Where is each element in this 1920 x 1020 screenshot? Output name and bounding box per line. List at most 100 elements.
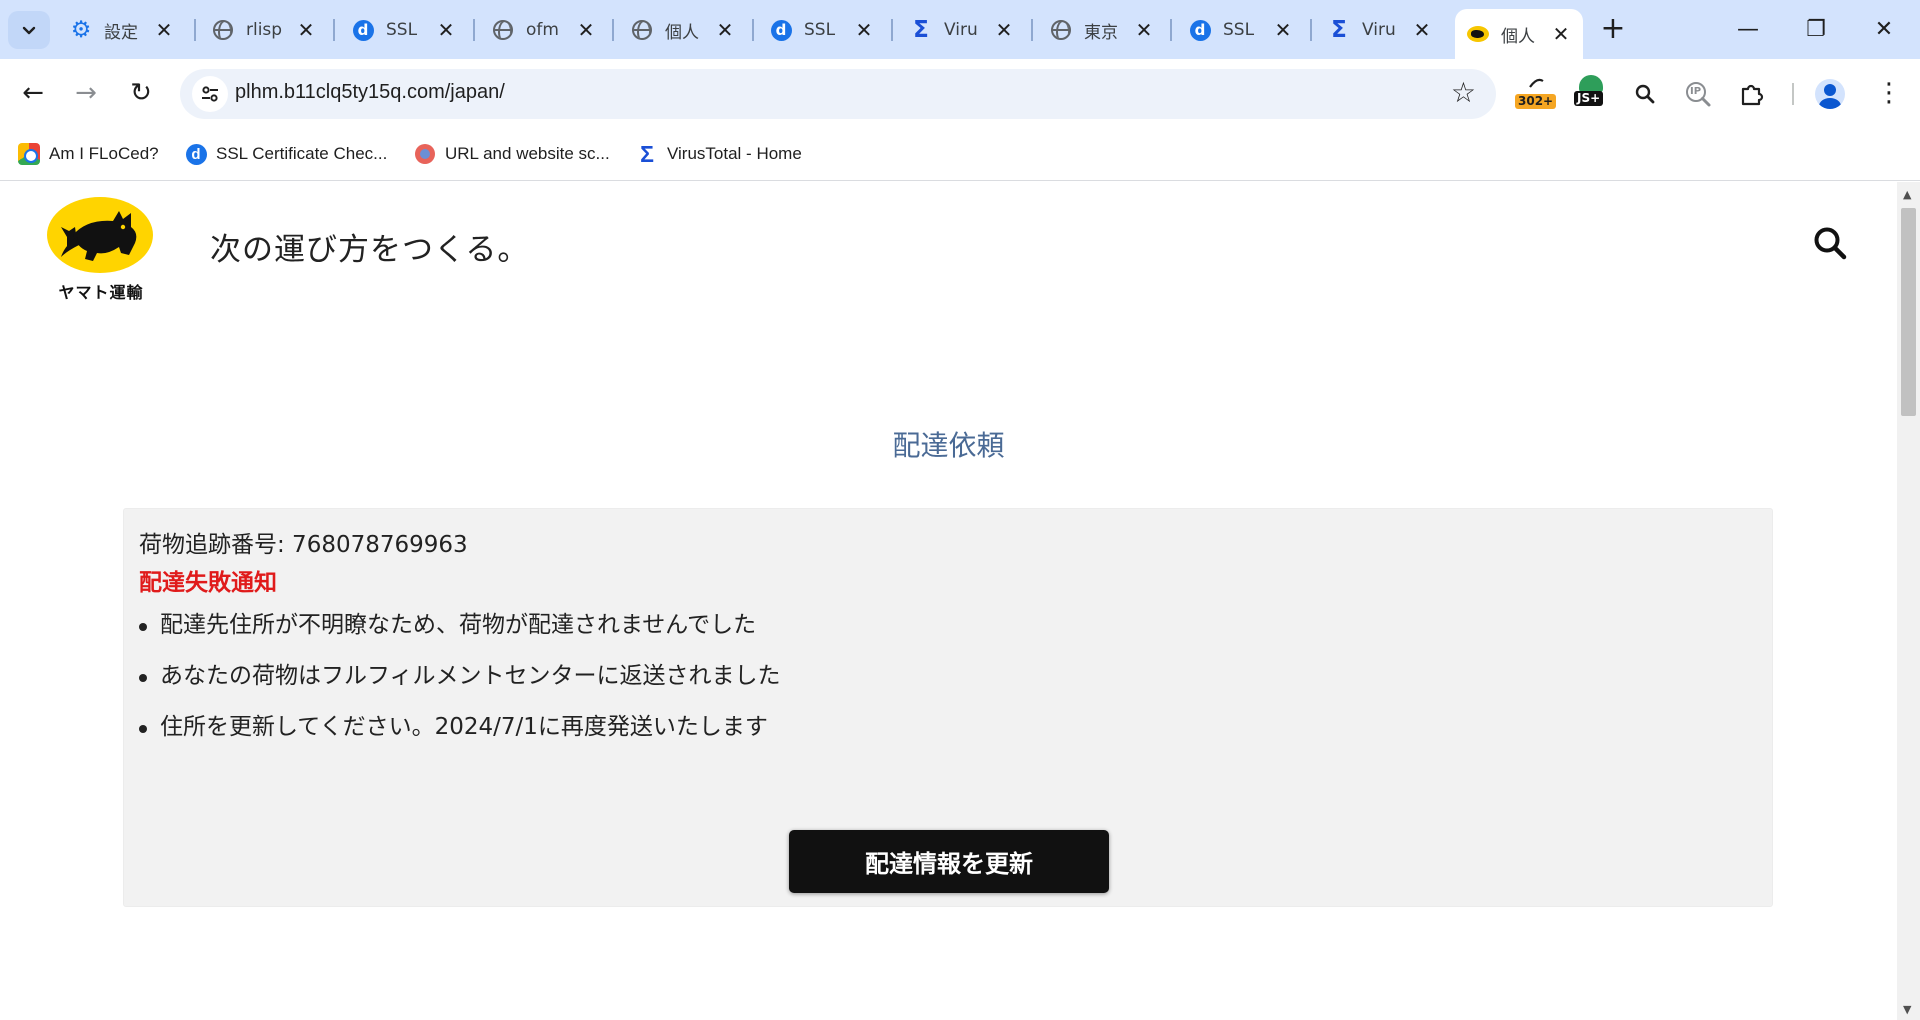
tab-search-button[interactable] xyxy=(8,11,50,49)
tab-close-icon[interactable]: ✕ xyxy=(154,20,174,40)
tab-close-icon[interactable]: ✕ xyxy=(1551,24,1571,44)
tune-icon xyxy=(202,86,218,102)
list-item: あなたの荷物はフルフィルメントセンターに返送されました xyxy=(139,660,781,711)
list-item: 住所を更新してください。2024/7/1に再度発送いたします xyxy=(139,711,781,762)
digicert-icon: d xyxy=(1189,19,1211,41)
ip-label: IP xyxy=(1690,86,1702,97)
digicert-icon: d xyxy=(770,19,792,41)
search-icon xyxy=(1814,227,1847,260)
globe-icon xyxy=(212,19,234,41)
tab-divider xyxy=(752,19,754,41)
puzzle-icon xyxy=(1741,84,1764,106)
browser-tab-active[interactable]: 個人 ✕ xyxy=(1455,9,1583,59)
tab-close-icon[interactable]: ✕ xyxy=(1134,20,1154,40)
back-arrow-icon[interactable]: ← xyxy=(15,75,51,111)
toolbar-divider xyxy=(1792,83,1794,105)
address-bar[interactable]: plhm.b11clq5ty15q.com/japan/ ☆ xyxy=(180,69,1496,119)
browser-tab[interactable]: d SSL ✕ xyxy=(352,11,456,49)
tab-title: rlisp xyxy=(246,20,282,40)
profile-avatar-icon[interactable] xyxy=(1815,79,1845,109)
yamato-cat-icon xyxy=(1467,23,1489,45)
delivery-notice-panel: 荷物追跡番号: 768078769963 配達失敗通知 配達先住所が不明瞭なため… xyxy=(123,508,1773,907)
gear-icon: ⚙ xyxy=(70,17,92,43)
browser-tab[interactable]: d SSL ✕ xyxy=(1189,11,1293,49)
bookmark-item[interactable]: Σ VirusTotal - Home xyxy=(636,140,802,168)
virustotal-icon: Σ xyxy=(640,141,654,167)
scroll-down-arrow-icon[interactable]: ▼ xyxy=(1903,1003,1911,1016)
javascript-extension-icon[interactable]: JS+ xyxy=(1570,75,1610,111)
browser-tab[interactable]: 東京 ✕ xyxy=(1050,11,1154,49)
window-close-icon[interactable]: ✕ xyxy=(1862,14,1906,46)
url-text[interactable]: plhm.b11clq5ty15q.com/japan/ xyxy=(235,81,505,104)
update-delivery-info-button[interactable]: 配達情報を更新 xyxy=(789,830,1109,893)
tab-divider xyxy=(1170,19,1172,41)
bookmark-star-icon[interactable]: ☆ xyxy=(1451,78,1476,108)
search-extension-icon[interactable] xyxy=(1628,77,1662,111)
black-cat-icon xyxy=(61,211,137,261)
site-search-button[interactable] xyxy=(1812,225,1848,261)
tab-strip: ⚙ 設定 ✕ rlisp ✕ d SSL ✕ ofm ✕ 個人 ✕ d SSL … xyxy=(0,0,1920,59)
tab-close-icon[interactable]: ✕ xyxy=(1412,20,1432,40)
redirect-extension-icon[interactable]: 302+ xyxy=(1514,77,1557,111)
redirect-arrow-icon xyxy=(1529,78,1544,88)
tab-divider xyxy=(473,19,475,41)
tab-title: 設定 xyxy=(104,22,138,43)
tab-close-icon[interactable]: ✕ xyxy=(436,20,456,40)
js-badge: JS+ xyxy=(1574,91,1604,106)
bookmark-item[interactable]: Am I FLoCed? xyxy=(18,140,159,168)
tab-title: SSL xyxy=(804,20,836,40)
kebab-menu-icon[interactable]: ⋮ xyxy=(1876,75,1902,111)
minimize-icon[interactable]: — xyxy=(1726,14,1770,46)
notice-bullet-list: 配達先住所が不明瞭なため、荷物が配達されませんでした あなたの荷物はフルフィルメ… xyxy=(139,609,781,762)
virustotal-icon: Σ xyxy=(913,17,929,43)
tab-title: 個人 xyxy=(665,22,699,43)
bookmark-label: Am I FLoCed? xyxy=(49,144,159,163)
extensions-puzzle-icon[interactable] xyxy=(1735,77,1769,111)
site-info-icon[interactable] xyxy=(192,76,228,112)
redirect-badge: 302+ xyxy=(1515,94,1557,109)
tab-close-icon[interactable]: ✕ xyxy=(296,20,316,40)
page-title: 配達依頼 xyxy=(892,429,1005,462)
search-icon xyxy=(1635,84,1655,104)
urlscan-icon xyxy=(414,143,436,165)
browser-tab[interactable]: rlisp ✕ xyxy=(212,11,316,49)
globe-icon xyxy=(1050,19,1072,41)
tab-close-icon[interactable]: ✕ xyxy=(576,20,596,40)
virustotal-icon: Σ xyxy=(1331,17,1347,43)
bookmark-item[interactable]: d SSL Certificate Chec... xyxy=(185,140,387,168)
tab-title: Viru xyxy=(1362,20,1396,40)
browser-tab[interactable]: d SSL ✕ xyxy=(770,11,874,49)
browser-toolbar: ← → ↻ plhm.b11clq5ty15q.com/japan/ ☆ 302… xyxy=(0,59,1920,128)
tab-title: 東京 xyxy=(1084,22,1118,43)
ip-lookup-extension-icon[interactable]: IP xyxy=(1681,77,1715,111)
browser-tab[interactable]: ofm ✕ xyxy=(492,11,596,49)
web-page: ヤマト運輸 次の運び方をつくる。 配達依頼 荷物追跡番号: 7680787699… xyxy=(0,182,1897,1020)
forward-arrow-icon[interactable]: → xyxy=(68,75,104,111)
bookmark-item[interactable]: URL and website sc... xyxy=(414,140,610,168)
browser-tab[interactable]: 個人 ✕ xyxy=(631,11,735,49)
floc-icon xyxy=(18,143,40,165)
new-tab-button[interactable]: + xyxy=(1597,14,1629,46)
reload-icon[interactable]: ↻ xyxy=(123,75,159,111)
browser-tab[interactable]: Σ Viru ✕ xyxy=(910,11,1014,49)
scrollbar-thumb[interactable] xyxy=(1901,208,1916,416)
logo-circle xyxy=(47,197,153,273)
tab-divider xyxy=(1031,19,1033,41)
tab-close-icon[interactable]: ✕ xyxy=(854,20,874,40)
globe-icon xyxy=(631,19,653,41)
failure-notice-title: 配達失敗通知 xyxy=(139,570,277,596)
bookmarks-bar: Am I FLoCed? d SSL Certificate Chec... U… xyxy=(0,128,1920,181)
tab-close-icon[interactable]: ✕ xyxy=(715,20,735,40)
browser-tab[interactable]: Σ Viru ✕ xyxy=(1328,11,1432,49)
page-scrollbar[interactable]: ▲ ▼ xyxy=(1897,182,1920,1020)
tab-close-icon[interactable]: ✕ xyxy=(994,20,1014,40)
tab-title: SSL xyxy=(1223,20,1255,40)
tab-divider xyxy=(194,19,196,41)
tab-close-icon[interactable]: ✕ xyxy=(1273,20,1293,40)
bookmark-label: URL and website sc... xyxy=(445,144,610,163)
bookmark-label: VirusTotal - Home xyxy=(667,144,802,163)
scroll-up-arrow-icon[interactable]: ▲ xyxy=(1903,188,1911,201)
yamato-logo[interactable]: ヤマト運輸 xyxy=(46,197,156,307)
restore-icon[interactable]: ❐ xyxy=(1794,14,1838,46)
browser-tab[interactable]: ⚙ 設定 ✕ xyxy=(70,11,174,49)
